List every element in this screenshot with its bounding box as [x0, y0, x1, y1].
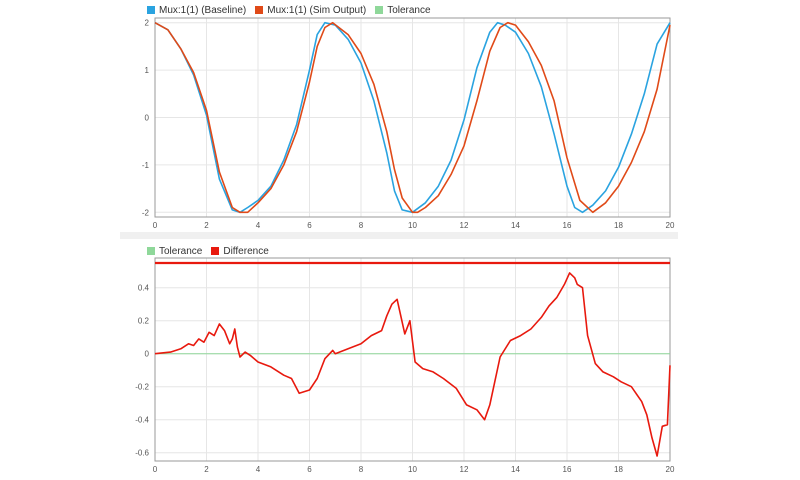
top-y-tick-label-1: 1	[145, 66, 150, 75]
bottom-x-tick-label-6: 12	[460, 465, 469, 474]
bottom-x-tick-label-10: 20	[666, 465, 675, 474]
bottom-x-tick-label-9: 18	[614, 465, 623, 474]
bottom-x-tick-label-4: 8	[359, 465, 364, 474]
top-chart-panel: Mux:1(1) (Baseline) Mux:1(1) (Sim Output…	[120, 0, 678, 232]
top-x-tick-label-1: 2	[204, 221, 209, 230]
bottom-y-tick-label-2: 0	[145, 350, 150, 359]
bottom-x-tick-label-8: 16	[563, 465, 572, 474]
bottom-x-tick-label-5: 10	[408, 465, 417, 474]
bottom-y-tick-label-4: -0.4	[135, 416, 149, 425]
bottom-x-tick-label-0: 0	[153, 465, 158, 474]
bottom-y-tick-label-3: -0.2	[135, 383, 149, 392]
top-x-tick-label-4: 8	[359, 221, 364, 230]
bottom-chart-panel: Tolerance Difference 0 2 4 6 8 10 12 14 16 18 20 0.…	[120, 239, 678, 480]
top-x-tick-label-10: 20	[666, 221, 675, 230]
bottom-x-tick-label-3: 6	[307, 465, 312, 474]
bottom-chart-plot[interactable]: 0 2 4 6 8 10 12 14 16 18 20 0.4 0.2 0 -0.2 -0.4 -0.6	[120, 239, 678, 480]
top-x-tick-label-2: 4	[256, 221, 261, 230]
bottom-y-tick-label-1: 0.2	[138, 317, 150, 326]
top-y-tick-label-3: -1	[142, 161, 150, 170]
top-x-tick-label-5: 10	[408, 221, 417, 230]
bottom-x-tick-label-2: 4	[256, 465, 261, 474]
top-y-tick-label-4: -2	[142, 208, 150, 217]
top-x-tick-label-7: 14	[511, 221, 520, 230]
top-x-tick-label-9: 18	[614, 221, 623, 230]
panel-divider	[120, 232, 678, 239]
top-y-tick-label-0: 2	[145, 19, 150, 28]
top-y-tick-label-2: 0	[145, 114, 150, 123]
top-x-tick-label-3: 6	[307, 221, 312, 230]
top-x-tick-label-6: 12	[460, 221, 469, 230]
bottom-x-tick-label-7: 14	[511, 465, 520, 474]
bottom-x-tick-label-1: 2	[204, 465, 209, 474]
top-x-tick-label-8: 16	[563, 221, 572, 230]
bottom-y-tick-label-0: 0.4	[138, 284, 150, 293]
top-x-tick-label-0: 0	[153, 221, 158, 230]
bottom-y-tick-label-5: -0.6	[135, 449, 149, 458]
top-chart-plot[interactable]: 0 2 4 6 8 10 12 14 16 18 20210-1-2	[120, 0, 678, 232]
